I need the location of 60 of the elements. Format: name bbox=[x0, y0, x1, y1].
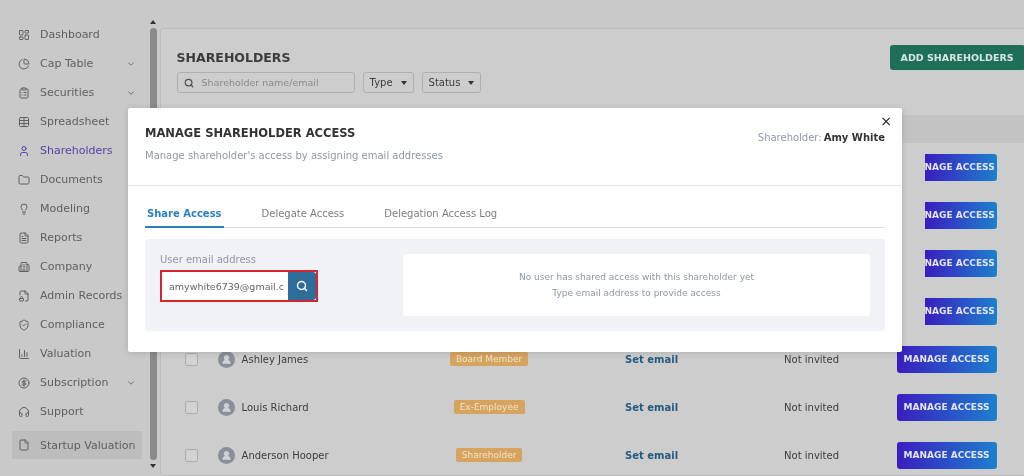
field-label: User email address bbox=[160, 254, 257, 265]
sidebar-item[interactable]: Support bbox=[12, 397, 142, 426]
sidebar-item[interactable]: Securities bbox=[12, 78, 142, 107]
avatar-icon bbox=[217, 398, 235, 416]
set-email-link[interactable]: Set email bbox=[576, 449, 727, 461]
sidebar-item[interactable]: Admin Records bbox=[12, 281, 142, 310]
shareholder-name: Anderson Hooper bbox=[241, 449, 330, 461]
role-tag: Ex-Employee bbox=[453, 400, 525, 414]
filter-dropdown[interactable]: Status bbox=[421, 72, 482, 93]
page-title: SHAREHOLDERS bbox=[176, 50, 291, 65]
avatar-icon bbox=[217, 446, 235, 464]
shareholder-name: Amy White bbox=[823, 132, 885, 145]
invite-status: Not invited bbox=[783, 401, 841, 413]
manage-access-button[interactable]: NAGE ACCESS bbox=[924, 297, 997, 325]
manage-access-button[interactable]: MANAGE ACCESS bbox=[896, 345, 997, 373]
row-checkbox[interactable] bbox=[184, 400, 198, 414]
empty-message: Type email address to provide access bbox=[552, 288, 721, 298]
empty-message: No user has shared access with this shareholder yet bbox=[518, 272, 755, 282]
set-email-link[interactable]: Set email bbox=[576, 401, 727, 413]
sidebar-item[interactable]: Compliance bbox=[12, 310, 142, 339]
sidebar-item[interactable]: Shareholders bbox=[12, 136, 142, 165]
sidebar-item[interactable]: Cap Table bbox=[12, 49, 142, 78]
sidebar-item[interactable]: Modeling bbox=[12, 194, 142, 223]
filter-dropdown[interactable]: Type bbox=[362, 72, 414, 93]
shareholder-name: Louis Richard bbox=[241, 401, 310, 413]
search-button[interactable] bbox=[288, 272, 316, 300]
dialog-title: MANAGE SHAREHOLDER ACCESS bbox=[145, 126, 357, 140]
set-email-link[interactable]: Set email bbox=[576, 353, 727, 365]
role-tag: Shareholder bbox=[455, 448, 523, 462]
close-button[interactable]: × bbox=[880, 114, 892, 128]
search-icon bbox=[296, 280, 308, 292]
shareholder-label: Shareholder: bbox=[757, 132, 822, 145]
sidebar-item[interactable]: Startup Valuation bbox=[12, 431, 142, 459]
role-tag: Board Member bbox=[449, 352, 529, 366]
manage-access-button[interactable]: NAGE ACCESS bbox=[924, 249, 997, 277]
sidebar-item[interactable]: Reports bbox=[12, 223, 142, 252]
add-shareholders-button[interactable]: ADD SHAREHOLDERS bbox=[889, 45, 1024, 70]
search-icon bbox=[183, 77, 194, 88]
dialog-tab[interactable]: Delegation Access Log bbox=[382, 208, 500, 228]
dialog-tab[interactable]: Share Access bbox=[145, 208, 224, 228]
invite-status: Not invited bbox=[783, 353, 841, 365]
sidebar-item[interactable]: Dashboard bbox=[12, 20, 142, 49]
search-input[interactable]: Shareholder name/email bbox=[199, 76, 340, 89]
email-field[interactable]: amywhite6739@gmail.c bbox=[160, 270, 318, 302]
manage-access-button[interactable]: NAGE ACCESS bbox=[924, 153, 997, 181]
dialog-subtitle: Manage shareholder's access by assigning email addresses bbox=[145, 150, 443, 161]
sidebar-item[interactable]: Documents bbox=[12, 165, 142, 194]
sidebar-item[interactable]: Valuation bbox=[12, 339, 142, 368]
invite-status: Not invited bbox=[783, 449, 841, 461]
sidebar-item[interactable]: Company bbox=[12, 252, 142, 281]
manage-access-button[interactable]: MANAGE ACCESS bbox=[896, 393, 997, 421]
row-checkbox[interactable] bbox=[184, 448, 198, 462]
dialog-tab[interactable]: Delegate Access bbox=[259, 208, 347, 228]
manage-access-button[interactable]: MANAGE ACCESS bbox=[896, 441, 997, 469]
manage-access-button[interactable]: NAGE ACCESS bbox=[924, 201, 997, 229]
sidebar-item[interactable]: Subscription bbox=[12, 368, 142, 397]
row-checkbox[interactable] bbox=[184, 352, 198, 366]
sidebar-item[interactable]: Spreadsheet bbox=[12, 107, 142, 136]
search-field[interactable]: Shareholder name/email bbox=[176, 72, 355, 93]
shareholder-name: Ashley James bbox=[241, 353, 310, 365]
